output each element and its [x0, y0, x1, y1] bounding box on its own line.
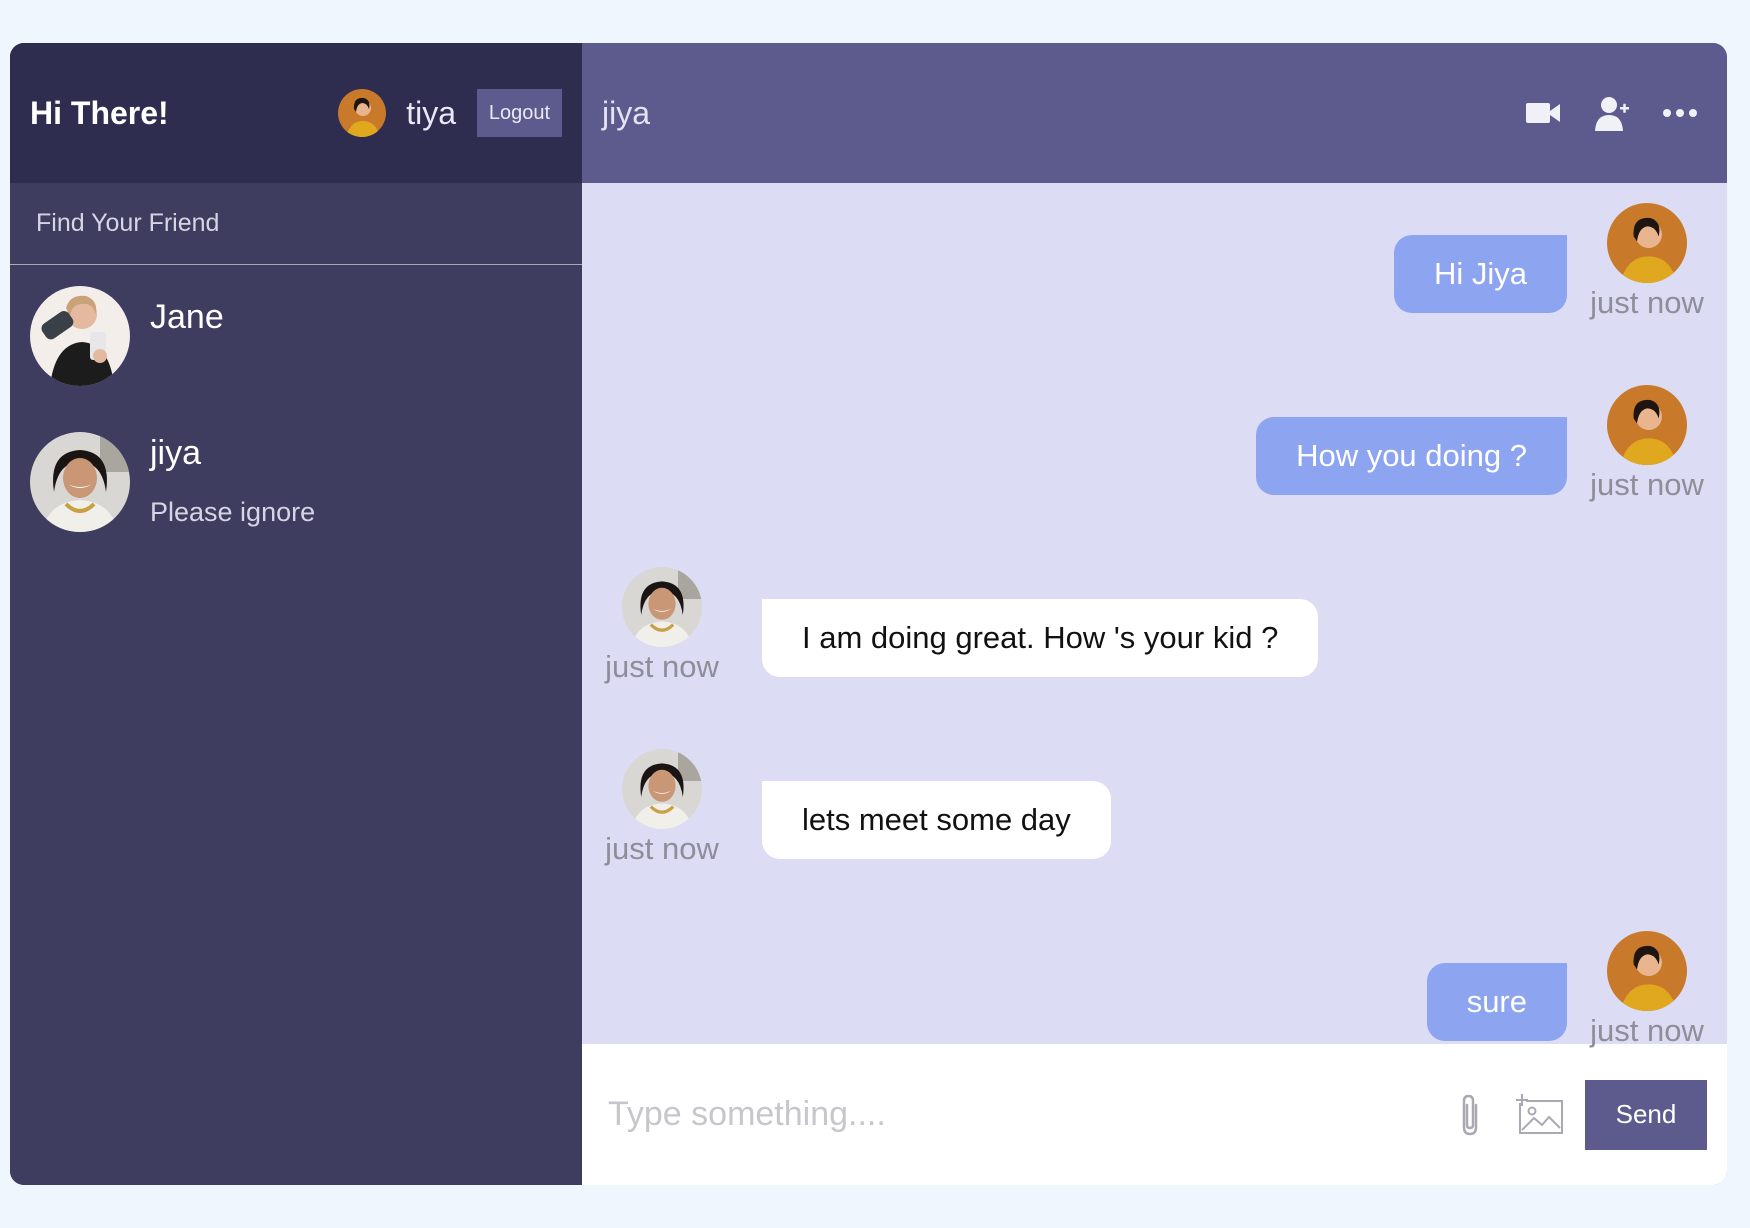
- more-options-icon[interactable]: [1658, 91, 1702, 135]
- message-bubble: sure: [1426, 963, 1567, 1041]
- message-bubble: How you doing ?: [1256, 417, 1567, 495]
- add-user-icon[interactable]: [1590, 91, 1634, 135]
- avatar: [1607, 385, 1687, 465]
- message-bubble: I am doing great. How 's your kid ?: [762, 599, 1319, 677]
- message-info: just now: [1587, 203, 1707, 321]
- chat-app: Hi There! tiya Logout Find Your Friend J…: [10, 43, 1727, 1185]
- message-time: just now: [1590, 285, 1704, 320]
- message-bubble: lets meet some day: [762, 781, 1111, 859]
- avatar: [30, 286, 130, 386]
- current-username: tiya: [406, 94, 456, 131]
- message-owner: just now sure: [1426, 931, 1707, 1049]
- app-greeting: Hi There!: [30, 94, 169, 131]
- avatar: [30, 432, 130, 532]
- chat-panel: jiya just now Hi Jiya just now How you d…: [582, 43, 1727, 1185]
- message-info: just now: [1587, 931, 1707, 1049]
- message-bubble: Hi Jiya: [1393, 235, 1567, 313]
- chat-info: jiya Please ignore: [150, 422, 315, 528]
- current-user-avatar: [338, 89, 387, 137]
- chat-header: jiya: [582, 43, 1727, 183]
- message-time: just now: [605, 649, 719, 684]
- messages-area: just now Hi Jiya just now How you doing …: [582, 183, 1727, 1048]
- send-button[interactable]: Send: [1585, 1079, 1707, 1150]
- video-camera-icon[interactable]: [1522, 91, 1566, 135]
- message-owner: just now How you doing ?: [1256, 385, 1707, 503]
- message-other: just now I am doing great. How 's your k…: [602, 567, 1319, 685]
- chat-list-item-jiya[interactable]: jiya Please ignore: [10, 401, 582, 537]
- sidebar-header: Hi There! tiya Logout: [10, 43, 582, 183]
- message-input-bar: Send: [582, 1044, 1727, 1185]
- chat-title: jiya: [602, 94, 651, 131]
- search-input[interactable]: [34, 208, 558, 239]
- chat-last-message: Please ignore: [150, 497, 316, 527]
- current-user: tiya Logout: [338, 89, 562, 137]
- message-info: just now: [602, 567, 722, 685]
- avatar: [1607, 931, 1687, 1011]
- add-image-icon[interactable]: [1515, 1090, 1565, 1140]
- message-owner: just now Hi Jiya: [1393, 203, 1707, 321]
- message-other: just now lets meet some day: [602, 749, 1111, 867]
- sidebar: Hi There! tiya Logout Find Your Friend J…: [10, 43, 582, 1185]
- paperclip-icon[interactable]: [1445, 1090, 1495, 1140]
- search-bar: [10, 183, 582, 265]
- chat-info: Jane: [150, 286, 224, 361]
- message-time: just now: [605, 831, 719, 866]
- avatar: [622, 749, 702, 829]
- message-time: just now: [1590, 1013, 1704, 1048]
- chat-name: Jane: [150, 298, 224, 336]
- message-info: just now: [1587, 385, 1707, 503]
- message-time: just now: [1590, 467, 1704, 502]
- avatar: [1607, 203, 1687, 283]
- message-info: just now: [602, 749, 722, 867]
- message-input[interactable]: [606, 1094, 1425, 1135]
- logout-button[interactable]: Logout: [477, 89, 562, 137]
- chat-name: jiya: [150, 434, 202, 472]
- chat-list-item-jane[interactable]: Jane: [10, 265, 582, 401]
- avatar: [622, 567, 702, 647]
